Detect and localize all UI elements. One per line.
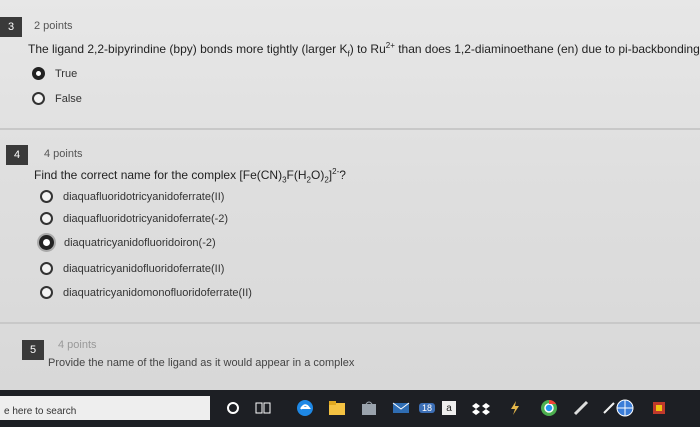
cortana-circle-icon[interactable] (224, 399, 242, 417)
option-label: diaquatricyanidomonofluoridoferrate(II) (63, 286, 252, 299)
flash-icon[interactable] (506, 399, 524, 417)
question-points: 2 points (34, 20, 73, 32)
radio-button-selected[interactable] (39, 235, 54, 250)
file-explorer-icon[interactable] (328, 399, 346, 417)
question-text: Find the correct name for the complex [F… (34, 167, 346, 184)
chrome-icon[interactable] (540, 399, 558, 417)
mail-icon[interactable] (392, 399, 410, 417)
edge-icon[interactable] (296, 399, 314, 417)
option-true[interactable]: True (32, 67, 77, 80)
question-number: 3 (0, 17, 22, 37)
question-points: 4 points (44, 148, 83, 160)
radio-button[interactable] (40, 190, 53, 203)
radio-button[interactable] (40, 286, 53, 299)
answer-option[interactable]: diaquatricyanidomonofluoridoferrate(II) (40, 286, 252, 299)
notification-badge[interactable]: 18 (416, 399, 438, 417)
answer-option[interactable]: diaquatricyanidofluoridoferrate(II) (40, 262, 224, 275)
option-label: diaquafluoridotricyanidoferrate(-2) (63, 212, 229, 225)
store-icon[interactable] (360, 399, 378, 417)
game-icon[interactable] (650, 399, 668, 417)
option-label: diaquafluoridotricyanidoferrate(II) (63, 190, 225, 203)
divider (0, 322, 700, 324)
badge-count: 18 (418, 403, 435, 413)
question-number: 4 (6, 145, 28, 165)
radio-button[interactable] (40, 212, 53, 225)
question-number-text: 5 (29, 344, 37, 356)
answer-option[interactable]: diaquafluoridotricyanidoferrate(-2) (40, 212, 228, 225)
radio-button[interactable] (40, 262, 53, 275)
taskbar: e here to search 18 a (0, 390, 700, 427)
question-text-part: than does 1,2-diaminoethane (en) due to … (394, 42, 700, 56)
answer-option[interactable]: diaquafluoridotricyanidoferrate(II) (40, 190, 224, 203)
question-text: The ligand 2,2-bipyrindine (bpy) bonds m… (28, 41, 700, 58)
globe-icon[interactable] (616, 399, 634, 417)
option-label: diaquatricyanidofluoridoferrate(II) (63, 262, 225, 275)
amazon-icon[interactable]: a (440, 399, 458, 417)
divider (0, 128, 700, 130)
formula-part: ? (339, 168, 346, 182)
question-number-text: 3 (7, 21, 15, 33)
option-label: diaquatricyanidofluoridoiron(-2) (64, 236, 216, 249)
answer-option-selected[interactable]: diaquatricyanidofluoridoiron(-2) (39, 235, 216, 250)
question-points: 4 points (58, 339, 97, 351)
formula-part: O) (311, 168, 325, 182)
app-icon[interactable] (572, 399, 590, 417)
question-number: 5 (22, 340, 44, 360)
task-view-icon[interactable] (254, 399, 272, 417)
option-label: True (55, 67, 78, 80)
question-text-sup: 2+ (385, 41, 395, 50)
option-label: False (55, 92, 82, 105)
question-text-part: Find the correct name for the complex [F… (34, 168, 283, 182)
radio-button[interactable] (32, 67, 45, 80)
quiz-page: 3 2 points The ligand 2,2-bipyrindine (b… (0, 0, 700, 390)
question-text-part: ) to Ru (349, 42, 386, 56)
taskbar-search-box[interactable]: e here to search (0, 396, 210, 420)
option-false[interactable]: False (32, 92, 82, 105)
dropbox-icon[interactable] (472, 399, 490, 417)
question-text: Provide the name of the ligand as it wou… (48, 357, 355, 369)
radio-button[interactable] (32, 92, 45, 105)
search-placeholder: e here to search (4, 406, 77, 417)
question-text-part: The ligand 2,2-bipyrindine (bpy) bonds m… (28, 42, 348, 56)
question-number-text: 4 (13, 149, 21, 161)
formula-part: F(H (286, 168, 307, 182)
